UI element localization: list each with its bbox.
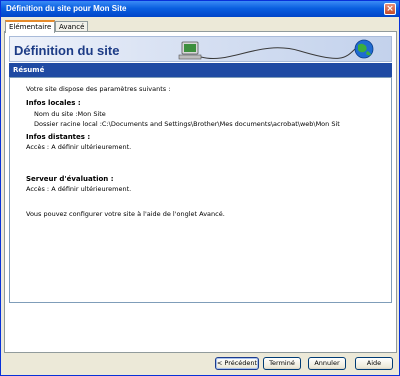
tab-label: Avancé bbox=[59, 23, 85, 31]
summary-intro: Votre site dispose des paramètres suivan… bbox=[26, 85, 171, 93]
advanced-tab-note: Vous pouvez configurer votre site à l'ai… bbox=[26, 210, 225, 218]
tab-label: Elémentaire bbox=[9, 23, 52, 31]
cancel-button[interactable]: Annuler bbox=[308, 357, 346, 370]
site-definition-dialog: Définition du site pour Mon Site × Eléme… bbox=[0, 0, 400, 376]
help-button[interactable]: Aide bbox=[355, 357, 393, 370]
remote-info-heading: Infos distantes : bbox=[26, 133, 91, 141]
window-title: Définition du site pour Mon Site bbox=[6, 4, 127, 13]
tab-elementaire[interactable]: Elémentaire bbox=[5, 20, 56, 33]
local-info-heading: Infos locales : bbox=[26, 99, 81, 107]
wizard-banner: Définition du site bbox=[9, 36, 392, 62]
previous-button[interactable]: < Précédent bbox=[215, 357, 259, 370]
banner-title: Définition du site bbox=[14, 43, 120, 58]
finish-button[interactable]: Terminé bbox=[263, 357, 301, 370]
banner-illustration bbox=[178, 39, 374, 60]
globe-icon bbox=[354, 39, 374, 59]
site-name-value: Nom du site :Mon Site bbox=[34, 110, 106, 118]
tab-panel: Définition du site Résumé Votre site dis… bbox=[4, 31, 397, 353]
remote-access-value: Accès : A définir ultérieurement. bbox=[26, 143, 132, 151]
root-folder-value: Dossier racine local :C:\Documents and S… bbox=[34, 120, 340, 128]
section-header: Résumé bbox=[9, 63, 392, 77]
close-button[interactable]: × bbox=[384, 3, 396, 15]
close-icon: × bbox=[386, 4, 394, 14]
title-bar[interactable]: Définition du site pour Mon Site × bbox=[1, 1, 399, 17]
summary-panel: Votre site dispose des paramètres suivan… bbox=[9, 77, 392, 303]
test-server-heading: Serveur d'évaluation : bbox=[26, 175, 114, 183]
computer-icon bbox=[178, 41, 202, 60]
test-server-access-value: Accès : A définir ultérieurement. bbox=[26, 185, 132, 193]
